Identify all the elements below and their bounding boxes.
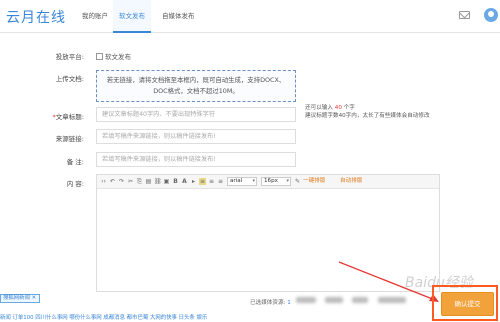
one-key-layout-button[interactable]: 一键排版 xyxy=(303,178,325,185)
html-icon[interactable]: ‹› xyxy=(100,178,107,185)
font-color-icon[interactable]: A xyxy=(181,178,188,185)
media-list-strip: 新闻 订单100 四川什么事网 哪份什么事网 成都消息 都市巴蜀 大网的快事 日… xyxy=(0,315,208,321)
editor-toolbar: ‹› ↶ ↷ ✂ ⎘ ▤ ⛓ ▣ B A ▸ ≡ ≡ ≡ arial 16px … xyxy=(97,175,439,189)
image-icon[interactable]: ▣ xyxy=(163,178,170,185)
content-label: 内 容: xyxy=(66,180,84,188)
title-input[interactable]: 建议文章标题40字内、不要出现特殊字符 xyxy=(96,107,296,122)
blurred-info xyxy=(352,297,368,303)
copy-icon[interactable]: ⎘ xyxy=(136,178,143,185)
nav-my-account[interactable]: 我的账户 xyxy=(76,0,114,33)
remark-label: 备 注: xyxy=(66,158,84,166)
redo-icon[interactable]: ↷ xyxy=(118,178,125,185)
cut-icon[interactable]: ✂ xyxy=(127,178,134,185)
upload-dropzone[interactable]: 若无链接，请将文档拖至本框内，既可自动生成，支持DOCX、 DOC格式，文档不超… xyxy=(96,70,296,102)
platform-checkbox-icon[interactable] xyxy=(96,53,103,60)
top-bar: 云月在线 我的账户 软文发布 自媒体发布 xyxy=(0,0,500,33)
platform-label: 投放平台: xyxy=(55,53,84,61)
format-brush-icon[interactable]: ✎ xyxy=(294,178,301,185)
nav-article-publish[interactable]: 软文发布 xyxy=(113,0,151,33)
highlight-icon[interactable]: ▸ xyxy=(190,178,197,185)
blurred-info xyxy=(296,297,316,303)
site-logo[interactable]: 云月在线 xyxy=(6,7,66,27)
title-label: *文章标题: xyxy=(52,113,84,121)
remark-input[interactable]: 若填写稿件来源链接，则以稿件链接发布! xyxy=(96,152,296,167)
paste-icon[interactable]: ▤ xyxy=(145,178,152,185)
blurred-info xyxy=(378,297,406,303)
align-left-icon[interactable]: ≡ xyxy=(199,178,206,185)
nav-self-media[interactable]: 自媒体发布 xyxy=(156,0,201,33)
bold-icon[interactable]: B xyxy=(172,178,179,185)
auto-layout-button[interactable]: 自动排版 xyxy=(340,178,362,185)
selected-media-tag[interactable]: 搜狐网新闻 ✕ xyxy=(0,294,40,303)
blurred-info xyxy=(325,297,343,303)
undo-icon[interactable]: ↶ xyxy=(109,178,116,185)
align-right-icon[interactable]: ≡ xyxy=(217,178,224,185)
upload-text-2: DOC格式，文档不超过10M。 xyxy=(153,87,239,95)
source-label: 来源链接: xyxy=(55,135,84,143)
avatar[interactable] xyxy=(484,8,498,22)
selected-media-count: 已选媒体资源: 1 xyxy=(250,300,291,306)
mail-icon[interactable] xyxy=(459,11,470,19)
link-icon[interactable]: ⛓ xyxy=(154,178,162,185)
source-input[interactable]: 若填写稿件来源链接，则以稿件链接发布! xyxy=(96,129,296,144)
title-hint: 还可以输入 40 个字 建议标题字数40字内，太长了有些媒体会自动修改 xyxy=(305,105,430,119)
upload-text-1: 若无链接，请将文档拖至本框内，既可自动生成，支持DOCX、 xyxy=(106,76,286,84)
font-size-select[interactable]: 16px xyxy=(261,177,291,186)
align-center-icon[interactable]: ≡ xyxy=(208,178,215,185)
upload-label: 上传文档: xyxy=(55,75,84,83)
font-family-select[interactable]: arial xyxy=(227,177,257,186)
platform-value: 软文发布 xyxy=(96,51,131,61)
